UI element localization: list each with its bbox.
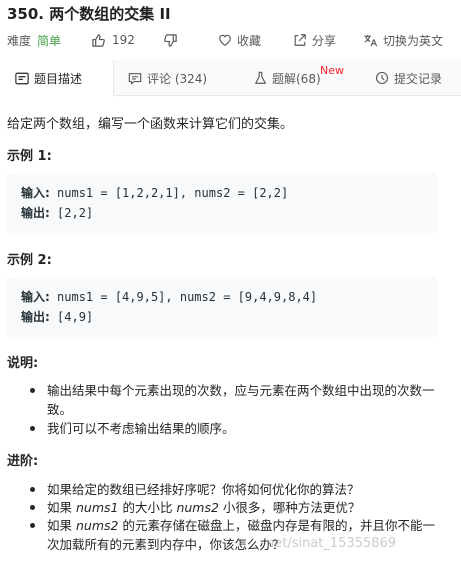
example-1-input-label: 输入:: [21, 186, 50, 200]
tab-solutions[interactable]: 题解(68): [254, 60, 321, 96]
favorite-button[interactable]: 收藏: [218, 32, 261, 49]
list-item: 我们可以不考虑输出结果的顺序。: [30, 419, 447, 438]
example-1-output: [2,2]: [49, 206, 94, 220]
switch-language-label: 切换为英文: [382, 33, 443, 48]
followup-3-var: nums2: [75, 518, 119, 533]
example-2-block: 输入: nums1 = [4,9,5], nums2 = [9,4,9,8,4]…: [7, 277, 438, 337]
notes-heading: 说明:: [7, 356, 39, 371]
example-2-input-label: 输入:: [21, 290, 50, 304]
translate-icon: [364, 34, 378, 46]
followup-heading: 进阶:: [7, 454, 39, 469]
problem-title: 350. 两个数组的交集 II: [7, 5, 171, 23]
favorite-label: 收藏: [236, 33, 261, 48]
share-button[interactable]: 分享: [293, 32, 336, 49]
tab-description[interactable]: 题目描述: [0, 60, 114, 97]
like-count: 192: [112, 33, 135, 47]
tab-solutions-label: 题解(68): [272, 71, 321, 86]
followup-2-var-b: nums2: [176, 500, 219, 515]
share-icon: [294, 34, 306, 46]
list-item: 如果给定的数组已经排好序呢？你将如何优化你的算法？: [30, 480, 447, 499]
example-1-heading: 示例 1:: [7, 149, 52, 164]
tab-comments-label: 评论 (324): [147, 71, 208, 86]
example-1-output-label: 输出:: [21, 206, 50, 220]
new-badge: New: [320, 64, 344, 77]
tab-submissions-label: 提交记录: [394, 71, 443, 86]
clock-icon: [375, 71, 389, 85]
difficulty-label: 难度: [7, 33, 32, 48]
difficulty-badge: 简单: [37, 33, 62, 48]
followup-2-var-a: nums1: [75, 500, 119, 515]
problem-meta-bar: 难度 简单 192 收藏 分享 切换为英文: [7, 31, 461, 49]
tab-description-label: 题目描述: [34, 71, 83, 86]
followup-2-middle: 的大小比: [118, 500, 177, 515]
flask-icon: [255, 71, 266, 84]
watermark: net/sinat_15355869: [266, 536, 397, 551]
heart-icon: [219, 34, 231, 46]
document-icon: [15, 72, 29, 84]
dislike-button[interactable]: [163, 33, 178, 48]
problem-description: 给定两个数组，编写一个函数来计算它们的交集。: [7, 117, 294, 132]
followup-2-prefix: 如果: [47, 500, 76, 515]
example-2-output: [4,9]: [49, 310, 94, 324]
share-label: 分享: [311, 33, 336, 48]
problem-tabs: 题目描述 评论 (324) 题解(68) 提交记录: [0, 60, 461, 97]
switch-language-button[interactable]: 切换为英文: [363, 32, 443, 49]
list-item: 输出结果中每个元素出现的次数，应与元素在两个数组中出现的次数一致。: [30, 381, 447, 419]
example-1-input: nums1 = [1,2,2,1], nums2 = [2,2]: [49, 186, 289, 200]
example-1-block: 输入: nums1 = [1,2,2,1], nums2 = [2,2] 输出:…: [7, 173, 438, 233]
tab-submissions[interactable]: 提交记录: [375, 60, 442, 96]
followup-3-prefix: 如果: [47, 518, 76, 533]
example-2-input: nums1 = [4,9,5], nums2 = [9,4,9,8,4]: [49, 290, 318, 304]
tab-comments[interactable]: 评论 (324): [128, 60, 207, 96]
comment-icon: [128, 72, 142, 84]
list-item: 如果 nums1 的大小比 nums2 小很多，哪种方法更优？: [30, 498, 447, 517]
example-2-output-label: 输出:: [21, 310, 50, 324]
like-button[interactable]: 192: [91, 33, 135, 48]
example-2-heading: 示例 2:: [7, 253, 52, 268]
followup-2-suffix: 小很多，哪种方法更优？: [218, 500, 361, 515]
thumbs-down-icon: [164, 33, 177, 47]
thumbs-up-icon: [92, 33, 105, 47]
